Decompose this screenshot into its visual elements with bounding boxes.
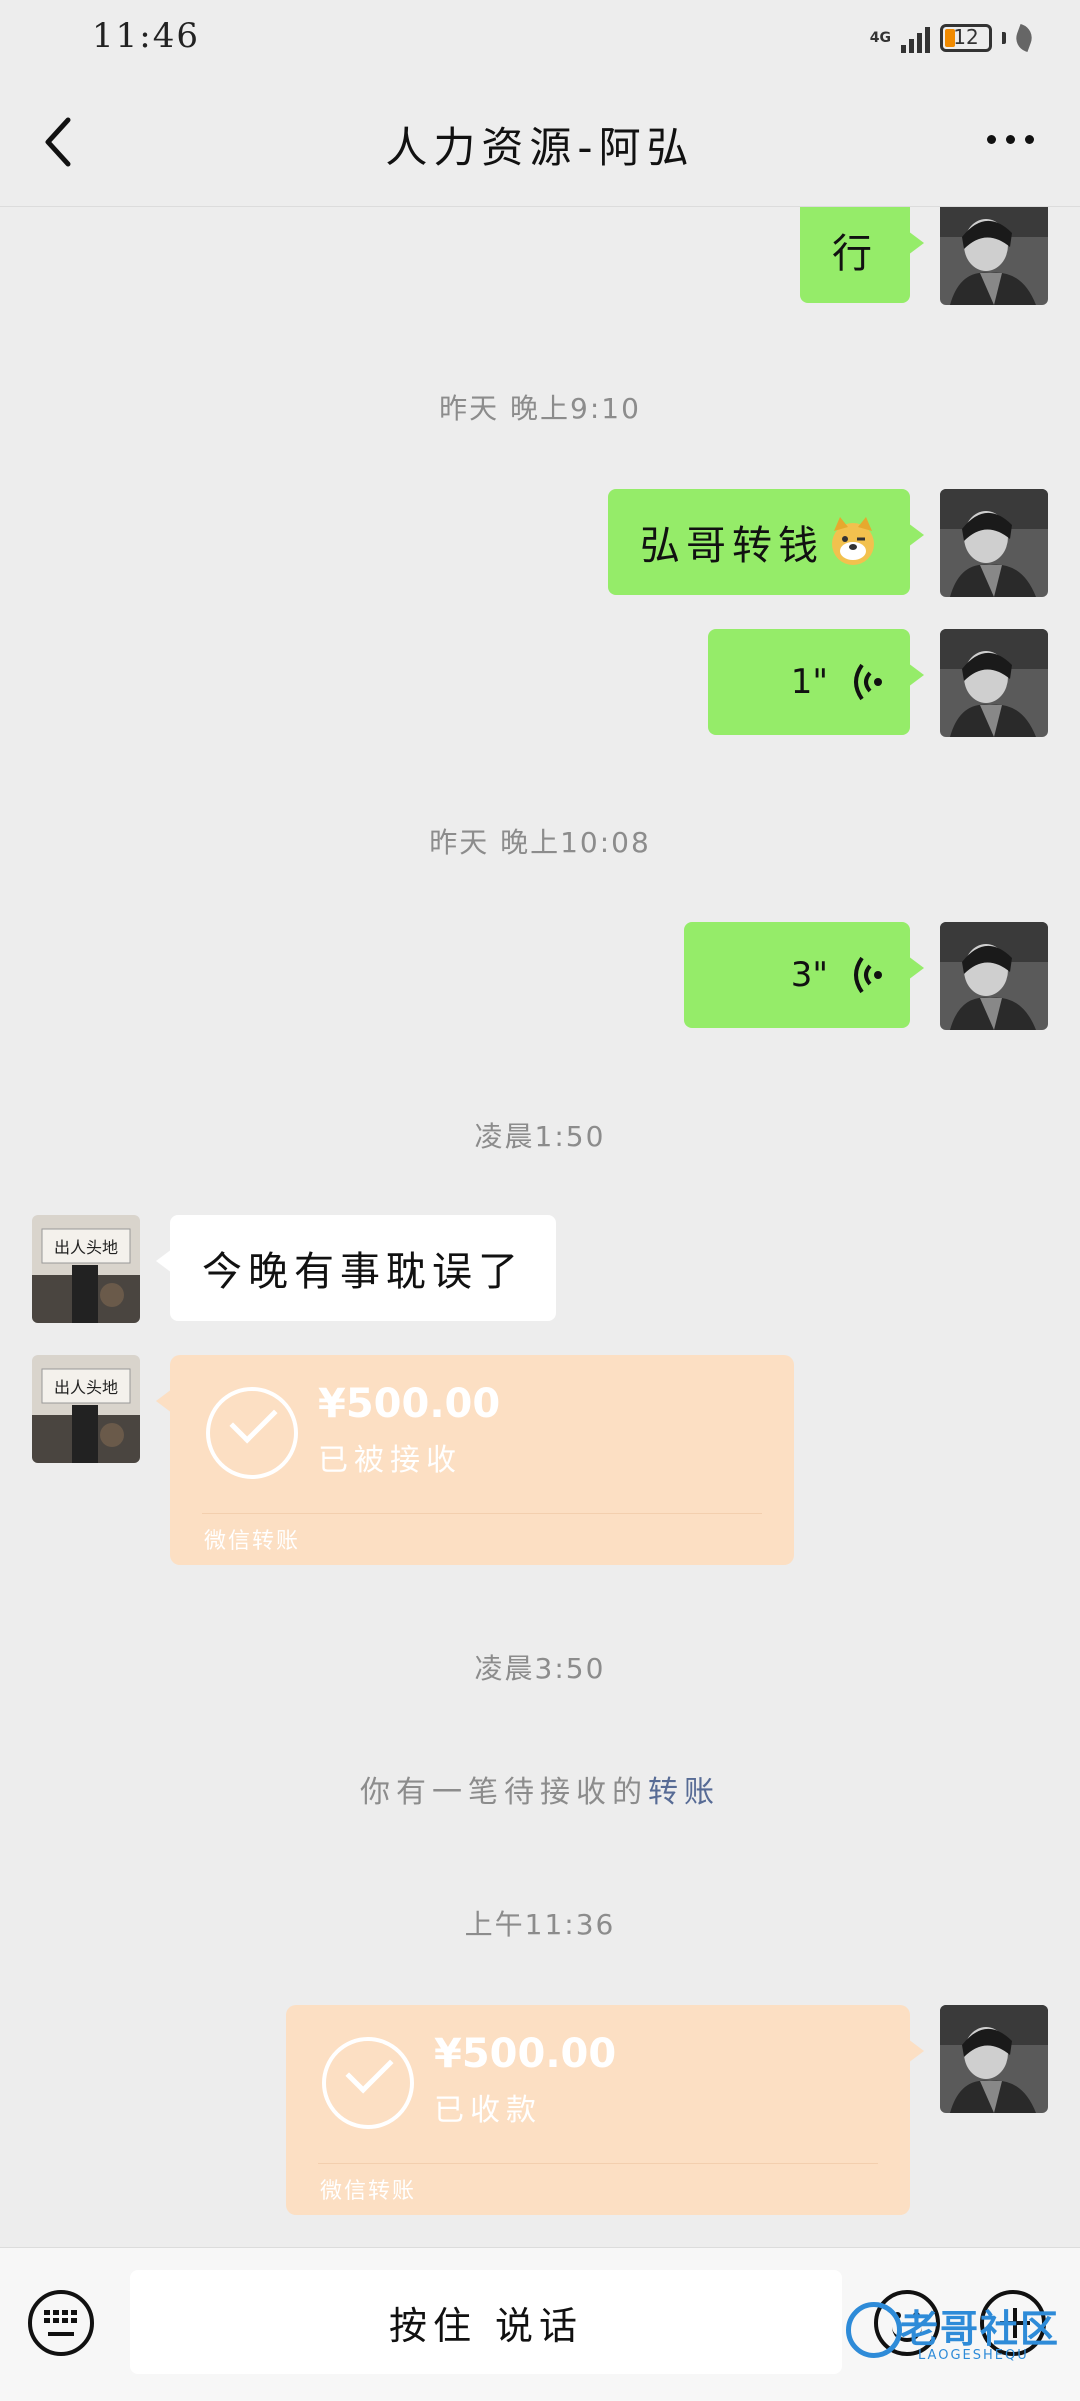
svg-text:出人头地: 出人头地 (54, 1378, 118, 1397)
check-circle-icon (322, 2037, 414, 2129)
my-avatar[interactable] (940, 207, 1048, 305)
message-bubble-sent[interactable]: 弘哥转钱 (608, 489, 924, 595)
chat-title: 人力资源-阿弘 (385, 123, 695, 172)
more-button[interactable] (980, 124, 1040, 154)
contact-avatar[interactable]: 出人头地 (32, 1215, 140, 1323)
status-time: 11:46 (92, 16, 200, 56)
transfer-footer: 微信转账 (204, 1529, 301, 1554)
contact-avatar[interactable]: 出人头地 (32, 1355, 140, 1463)
transfer-footer: 微信转账 (320, 2179, 417, 2204)
transfer-amount: ¥500.00 (318, 1381, 501, 1427)
battery-icon: 12 (940, 24, 992, 52)
divider (318, 2163, 878, 2164)
status-icons: 4G 12 (869, 20, 1036, 56)
watermark-subtext: LAOGESHEQU (918, 2348, 1029, 2363)
message-bubble-sent[interactable]: 行 (800, 207, 924, 303)
my-avatar[interactable] (940, 629, 1048, 737)
my-avatar[interactable] (940, 2005, 1048, 2113)
keyboard-icon (44, 2310, 77, 2323)
transfer-status: 已收款 (434, 2093, 542, 2128)
my-avatar[interactable] (940, 489, 1048, 597)
voice-wave-icon (854, 956, 882, 994)
signal-icon (901, 23, 930, 53)
watermark-icon (846, 2302, 902, 2358)
chat-messages[interactable]: 行 昨天 晚上9:10 弘哥转钱 1" 昨天 晚上10:08 3" 凌晨1:50 (0, 207, 1080, 2247)
message-text: 行 (832, 231, 878, 277)
hold-to-talk-button[interactable]: 按住 说话 (130, 2270, 842, 2374)
transfer-card[interactable]: ¥500.00 已被接收 微信转账 (156, 1355, 794, 1565)
voice-wave-icon (854, 663, 882, 701)
system-notice: 你有一笔待接收的转账 (0, 1767, 1080, 1811)
my-avatar[interactable] (940, 922, 1048, 1030)
system-notice-text: 你有一笔待接收的 (360, 1775, 648, 1810)
network-type: 4G (869, 30, 891, 46)
watermark-logo: 老哥社区 LAOGESHEQU (836, 2292, 1068, 2376)
check-circle-icon (206, 1387, 298, 1479)
transfer-amount: ¥500.00 (434, 2031, 617, 2077)
svg-text:出人头地: 出人头地 (54, 1238, 118, 1257)
divider (202, 1513, 762, 1514)
voice-duration: 1" (790, 662, 828, 702)
status-bar: 11:46 4G 12 (0, 0, 1080, 80)
timestamp: 昨天 晚上9:10 (439, 392, 641, 425)
timestamp: 上午11:36 (464, 1908, 616, 1941)
timestamp: 凌晨1:50 (474, 1120, 606, 1153)
message-bubble-received[interactable]: 今晚有事耽误了 (156, 1215, 556, 1321)
doge-emoji-icon (832, 517, 874, 565)
transfer-card[interactable]: ¥500.00 已收款 微信转账 (286, 2005, 924, 2215)
voice-duration: 3" (790, 955, 828, 995)
transfer-status: 已被接收 (318, 1443, 462, 1478)
message-text: 弘哥转钱 (640, 523, 824, 569)
voice-message-bubble[interactable]: 1" (708, 629, 924, 735)
voice-message-bubble[interactable]: 3" (684, 922, 924, 1028)
watermark-text: 老哥社区 (900, 2307, 1061, 2351)
keyboard-toggle-button[interactable] (28, 2290, 94, 2356)
leaf-icon (1012, 23, 1036, 53)
battery-level: 12 (953, 25, 979, 49)
timestamp: 昨天 晚上10:08 (429, 826, 651, 859)
chat-header: 人力资源-阿弘 (0, 80, 1080, 207)
message-text: 今晚有事耽误了 (202, 1249, 524, 1295)
battery-tip (1002, 32, 1006, 44)
transfer-link[interactable]: 转账 (648, 1775, 720, 1810)
timestamp: 凌晨3:50 (474, 1652, 606, 1685)
more-dots-icon (986, 134, 996, 144)
